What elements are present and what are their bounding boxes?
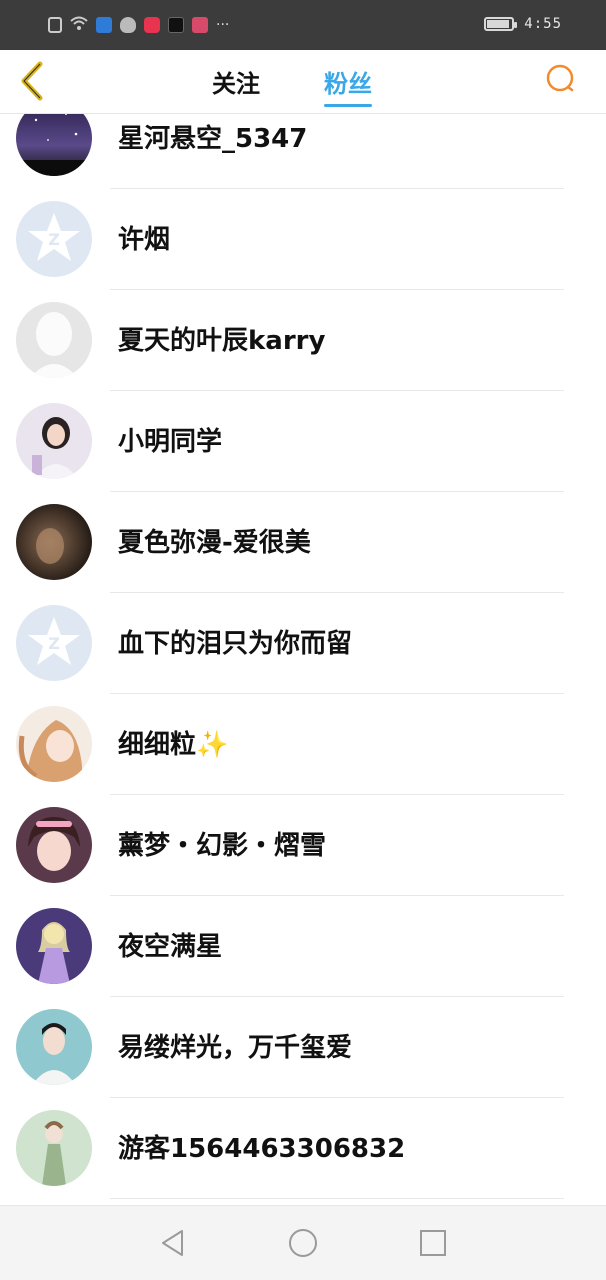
follower-row[interactable]: 小明同学 [0,391,606,492]
follower-list: 星河悬空_5347 Z 许烟夏天的叶辰karry 小明同学夏色弥漫-爱很美 Z 血下的泪只… [0,114,606,1206]
follower-name: 游客1564463306832 [118,1134,406,1164]
tab-following-label: 关注 [212,70,260,98]
avatar[interactable]: Z [16,605,92,681]
wifi-icon [70,15,88,35]
system-nav-bar [0,1205,606,1280]
clock: 4:55 [524,16,562,32]
svg-text:Z: Z [48,230,60,249]
avatar[interactable]: Z [16,201,92,277]
follower-name: 细细粒✨ [118,730,229,760]
battery-icon [484,17,518,31]
nav-back-button[interactable] [158,1228,188,1258]
chevron-left-icon [21,61,43,101]
follower-name: 薰梦・幻影・熠雪 [118,831,327,861]
follower-row[interactable]: 易缕烊光，万千玺爱 [0,997,606,1098]
avatar[interactable] [16,504,92,580]
more-icon: ··· [216,17,230,33]
calendar-app-icon [192,17,208,33]
row-divider [110,1198,564,1199]
status-icons: ··· [48,15,229,35]
follower-name: 易缕烊光，万千玺爱 [118,1033,353,1063]
follower-row[interactable]: 游客1564463306832 [0,1098,606,1199]
follower-row[interactable]: 夜空满星 [0,896,606,997]
follower-name: 星河悬空_5347 [118,124,308,154]
svg-text:Z: Z [48,634,60,653]
avatar[interactable] [16,908,92,984]
follower-name: 许烟 [118,225,171,255]
search-icon [546,64,574,92]
shield-app-icon [96,17,112,33]
follower-row[interactable]: Z 血下的泪只为你而留 [0,593,606,694]
avatar[interactable] [16,706,92,782]
follower-row[interactable]: Z 许烟 [0,189,606,290]
music-app-icon [144,17,160,33]
follower-name: 小明同学 [118,427,223,457]
tab-followers[interactable]: 粉丝 [324,64,372,107]
avatar[interactable] [16,807,92,883]
follower-name: 血下的泪只为你而留 [118,629,353,659]
nav-home-button[interactable] [288,1228,318,1258]
triangle-back-icon [162,1230,183,1256]
top-nav: 关注 粉丝 [0,50,606,114]
tab-followers-label: 粉丝 [324,70,372,98]
follower-row[interactable]: 细细粒✨ [0,694,606,795]
follower-name: 夏色弥漫-爱很美 [118,528,311,558]
circle-home-icon [289,1229,317,1257]
search-button[interactable] [542,60,580,98]
avatar[interactable] [16,1110,92,1186]
nav-recents-button[interactable] [418,1228,448,1258]
qq-icon [120,17,136,33]
square-recents-icon [420,1230,446,1256]
status-right: 4:55 [484,16,562,32]
follower-row[interactable]: 星河悬空_5347 [0,114,606,189]
follower-name: 夜空满星 [118,932,223,962]
avatar[interactable] [16,114,92,176]
tab-following[interactable]: 关注 [212,64,260,99]
avatar[interactable] [16,302,92,378]
alert-icon [48,17,62,33]
avatar[interactable] [16,1009,92,1085]
follower-name: 夏天的叶辰karry [118,326,326,356]
active-tab-indicator [324,104,372,107]
status-bar: ··· 4:55 [0,0,606,50]
follower-row[interactable]: 夏天的叶辰karry [0,290,606,391]
follower-row[interactable]: 夏色弥漫-爱很美 [0,492,606,593]
tiktok-icon [168,17,184,33]
follower-row[interactable]: 薰梦・幻影・熠雪 [0,795,606,896]
avatar[interactable] [16,403,92,479]
back-button[interactable] [12,58,52,104]
